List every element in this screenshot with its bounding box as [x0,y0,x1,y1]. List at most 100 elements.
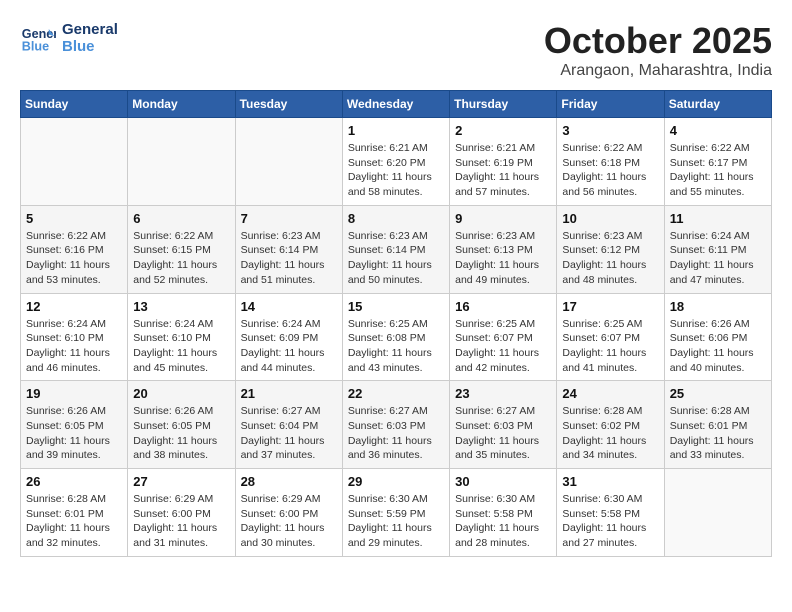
day-number: 30 [455,474,551,489]
calendar-cell: 20 Sunrise: 6:26 AM Sunset: 6:05 PM Dayli… [128,381,235,469]
weekday-header-row: SundayMondayTuesdayWednesdayThursdayFrid… [21,91,772,118]
day-number: 29 [348,474,444,489]
day-info: Sunrise: 6:24 AM Sunset: 6:11 PM Dayligh… [670,229,766,288]
day-info: Sunrise: 6:25 AM Sunset: 6:07 PM Dayligh… [455,317,551,376]
calendar-table: SundayMondayTuesdayWednesdayThursdayFrid… [20,90,772,557]
day-number: 24 [562,386,658,401]
calendar-cell: 13 Sunrise: 6:24 AM Sunset: 6:10 PM Dayli… [128,293,235,381]
day-number: 27 [133,474,229,489]
calendar-week-row: 26 Sunrise: 6:28 AM Sunset: 6:01 PM Dayli… [21,469,772,557]
calendar-cell: 10Sunrise: 6:23 AM Sunset: 6:12 PM Dayli… [557,205,664,293]
calendar-cell [235,118,342,206]
calendar-cell: 22 Sunrise: 6:27 AM Sunset: 6:03 PM Dayli… [342,381,449,469]
calendar-cell: 17 Sunrise: 6:25 AM Sunset: 6:07 PM Dayli… [557,293,664,381]
calendar-cell [128,118,235,206]
day-number: 10 [562,211,658,226]
weekday-header-saturday: Saturday [664,91,771,118]
day-number: 22 [348,386,444,401]
day-number: 9 [455,211,551,226]
day-info: Sunrise: 6:25 AM Sunset: 6:07 PM Dayligh… [562,317,658,376]
day-number: 18 [670,299,766,314]
page-header: General Blue General Blue October 2025 A… [20,20,772,80]
logo-icon: General Blue [20,20,56,56]
calendar-cell: 8 Sunrise: 6:23 AM Sunset: 6:14 PM Daylig… [342,205,449,293]
day-info: Sunrise: 6:26 AM Sunset: 6:06 PM Dayligh… [670,317,766,376]
calendar-cell: 3 Sunrise: 6:22 AM Sunset: 6:18 PM Daylig… [557,118,664,206]
day-info: Sunrise: 6:27 AM Sunset: 6:03 PM Dayligh… [348,404,444,463]
day-info: Sunrise: 6:21 AM Sunset: 6:19 PM Dayligh… [455,141,551,200]
day-info: Sunrise: 6:22 AM Sunset: 6:18 PM Dayligh… [562,141,658,200]
day-info: Sunrise: 6:24 AM Sunset: 6:10 PM Dayligh… [26,317,122,376]
day-number: 28 [241,474,337,489]
calendar-cell: 24Sunrise: 6:28 AM Sunset: 6:02 PM Dayli… [557,381,664,469]
day-info: Sunrise: 6:30 AM Sunset: 5:58 PM Dayligh… [562,492,658,551]
day-info: Sunrise: 6:27 AM Sunset: 6:03 PM Dayligh… [455,404,551,463]
day-number: 16 [455,299,551,314]
day-info: Sunrise: 6:25 AM Sunset: 6:08 PM Dayligh… [348,317,444,376]
calendar-week-row: 5Sunrise: 6:22 AM Sunset: 6:16 PM Daylig… [21,205,772,293]
calendar-cell: 1Sunrise: 6:21 AM Sunset: 6:20 PM Daylig… [342,118,449,206]
day-info: Sunrise: 6:26 AM Sunset: 6:05 PM Dayligh… [133,404,229,463]
calendar-cell: 26 Sunrise: 6:28 AM Sunset: 6:01 PM Dayli… [21,469,128,557]
day-info: Sunrise: 6:27 AM Sunset: 6:04 PM Dayligh… [241,404,337,463]
calendar-cell: 9 Sunrise: 6:23 AM Sunset: 6:13 PM Daylig… [450,205,557,293]
calendar-cell: 14 Sunrise: 6:24 AM Sunset: 6:09 PM Dayli… [235,293,342,381]
day-info: Sunrise: 6:26 AM Sunset: 6:05 PM Dayligh… [26,404,122,463]
calendar-cell: 30 Sunrise: 6:30 AM Sunset: 5:58 PM Dayli… [450,469,557,557]
day-number: 17 [562,299,658,314]
day-info: Sunrise: 6:23 AM Sunset: 6:14 PM Dayligh… [348,229,444,288]
calendar-cell: 12 Sunrise: 6:24 AM Sunset: 6:10 PM Dayli… [21,293,128,381]
logo: General Blue General Blue [20,20,118,56]
day-number: 15 [348,299,444,314]
location: Arangaon, Maharashtra, India [544,62,772,80]
day-number: 23 [455,386,551,401]
day-info: Sunrise: 6:24 AM Sunset: 6:10 PM Dayligh… [133,317,229,376]
calendar-cell: 23 Sunrise: 6:27 AM Sunset: 6:03 PM Dayli… [450,381,557,469]
day-number: 13 [133,299,229,314]
logo-general: General [62,21,118,38]
day-info: Sunrise: 6:22 AM Sunset: 6:15 PM Dayligh… [133,229,229,288]
calendar-cell: 31 Sunrise: 6:30 AM Sunset: 5:58 PM Dayli… [557,469,664,557]
calendar-cell: 6Sunrise: 6:22 AM Sunset: 6:15 PM Daylig… [128,205,235,293]
day-number: 8 [348,211,444,226]
day-number: 25 [670,386,766,401]
day-info: Sunrise: 6:22 AM Sunset: 6:17 PM Dayligh… [670,141,766,200]
calendar-cell: 27Sunrise: 6:29 AM Sunset: 6:00 PM Dayli… [128,469,235,557]
day-info: Sunrise: 6:29 AM Sunset: 6:00 PM Dayligh… [241,492,337,551]
calendar-cell: 19 Sunrise: 6:26 AM Sunset: 6:05 PM Dayli… [21,381,128,469]
weekday-header-wednesday: Wednesday [342,91,449,118]
day-info: Sunrise: 6:30 AM Sunset: 5:58 PM Dayligh… [455,492,551,551]
day-number: 11 [670,211,766,226]
calendar-week-row: 12 Sunrise: 6:24 AM Sunset: 6:10 PM Dayli… [21,293,772,381]
calendar-cell: 2 Sunrise: 6:21 AM Sunset: 6:19 PM Daylig… [450,118,557,206]
calendar-cell: 11 Sunrise: 6:24 AM Sunset: 6:11 PM Dayli… [664,205,771,293]
day-info: Sunrise: 6:30 AM Sunset: 5:59 PM Dayligh… [348,492,444,551]
day-info: Sunrise: 6:28 AM Sunset: 6:01 PM Dayligh… [670,404,766,463]
svg-text:Blue: Blue [22,40,49,54]
day-info: Sunrise: 6:23 AM Sunset: 6:14 PM Dayligh… [241,229,337,288]
title-block: October 2025 Arangaon, Maharashtra, Indi… [544,20,772,80]
calendar-cell: 5Sunrise: 6:22 AM Sunset: 6:16 PM Daylig… [21,205,128,293]
day-number: 5 [26,211,122,226]
day-number: 26 [26,474,122,489]
weekday-header-friday: Friday [557,91,664,118]
day-number: 31 [562,474,658,489]
calendar-cell: 25 Sunrise: 6:28 AM Sunset: 6:01 PM Dayli… [664,381,771,469]
day-number: 7 [241,211,337,226]
calendar-cell: 7 Sunrise: 6:23 AM Sunset: 6:14 PM Daylig… [235,205,342,293]
day-number: 12 [26,299,122,314]
day-number: 2 [455,123,551,138]
weekday-header-monday: Monday [128,91,235,118]
day-info: Sunrise: 6:24 AM Sunset: 6:09 PM Dayligh… [241,317,337,376]
day-number: 14 [241,299,337,314]
day-info: Sunrise: 6:28 AM Sunset: 6:01 PM Dayligh… [26,492,122,551]
calendar-cell: 16 Sunrise: 6:25 AM Sunset: 6:07 PM Dayli… [450,293,557,381]
day-number: 21 [241,386,337,401]
day-number: 20 [133,386,229,401]
day-info: Sunrise: 6:23 AM Sunset: 6:13 PM Dayligh… [455,229,551,288]
calendar-cell: 4Sunrise: 6:22 AM Sunset: 6:17 PM Daylig… [664,118,771,206]
day-number: 3 [562,123,658,138]
calendar-cell: 28 Sunrise: 6:29 AM Sunset: 6:00 PM Dayli… [235,469,342,557]
day-number: 19 [26,386,122,401]
weekday-header-sunday: Sunday [21,91,128,118]
